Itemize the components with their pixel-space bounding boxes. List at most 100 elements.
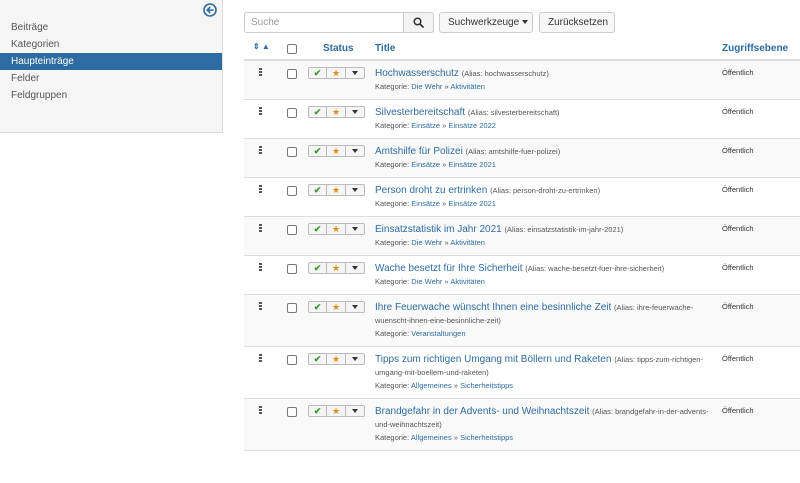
- published-toggle-button[interactable]: ✔: [308, 145, 327, 157]
- sidebar-item-2[interactable]: Haupteinträge: [0, 53, 222, 70]
- article-title-link[interactable]: Tipps zum richtigen Umgang mit Böllern u…: [375, 354, 611, 365]
- collapse-sidebar-icon[interactable]: [203, 3, 217, 17]
- drag-handle-icon[interactable]: [259, 146, 263, 155]
- article-title-link[interactable]: Einsatzstatistik im Jahr 2021: [375, 224, 502, 235]
- sidebar-item-1[interactable]: Kategorien: [0, 36, 222, 53]
- title-header[interactable]: Title: [375, 43, 395, 54]
- category-link[interactable]: Die Wehr: [411, 238, 442, 247]
- row-checkbox[interactable]: [287, 186, 297, 196]
- category-link[interactable]: Aktivitäten: [450, 82, 485, 91]
- status-actions-dropdown[interactable]: [346, 106, 365, 118]
- article-title-link[interactable]: Amtshilfe für Polizei: [375, 146, 463, 157]
- category-label: Kategorie:: [375, 238, 410, 247]
- row-checkbox[interactable]: [287, 407, 297, 417]
- published-toggle-button[interactable]: ✔: [308, 405, 327, 417]
- star-icon: ★: [331, 263, 341, 273]
- status-actions-dropdown[interactable]: [346, 262, 365, 274]
- drag-handle-icon[interactable]: [259, 263, 263, 272]
- category-label: Kategorie:: [375, 381, 410, 390]
- row-checkbox[interactable]: [287, 303, 297, 313]
- category-link[interactable]: Allgemeines: [411, 381, 452, 390]
- featured-toggle-button[interactable]: ★: [327, 106, 346, 118]
- published-toggle-button[interactable]: ✔: [308, 106, 327, 118]
- select-all-checkbox[interactable]: [287, 44, 297, 54]
- featured-toggle-button[interactable]: ★: [327, 223, 346, 235]
- row-checkbox[interactable]: [287, 147, 297, 157]
- table-row: ✔ ★ Amtshilfe für Polizei (Alias: amtshilf…: [244, 139, 800, 178]
- article-title-link[interactable]: Person droht zu ertrinken: [375, 185, 487, 196]
- category-link[interactable]: Die Wehr: [411, 82, 442, 91]
- category-link[interactable]: Veranstaltungen: [411, 329, 465, 338]
- row-checkbox[interactable]: [287, 264, 297, 274]
- category-link[interactable]: Einsätze 2021: [448, 199, 496, 208]
- drag-handle-icon[interactable]: [259, 302, 263, 311]
- category-link[interactable]: Einsätze 2021: [448, 160, 496, 169]
- featured-toggle-button[interactable]: ★: [327, 405, 346, 417]
- status-actions-dropdown[interactable]: [346, 67, 365, 79]
- drag-handle-icon[interactable]: [259, 68, 263, 77]
- access-level: Öffentlich: [722, 263, 754, 272]
- search-button[interactable]: [403, 12, 434, 33]
- published-toggle-button[interactable]: ✔: [308, 223, 327, 235]
- row-checkbox[interactable]: [287, 355, 297, 365]
- breadcrumb-separator: »: [442, 121, 447, 130]
- drag-handle-icon[interactable]: [259, 107, 263, 116]
- category-line: Kategorie: Die Wehr » Aktivitäten: [375, 80, 715, 93]
- category-link[interactable]: Sicherheitstipps: [460, 433, 513, 442]
- breadcrumb-separator: »: [442, 199, 447, 208]
- category-link[interactable]: Sicherheitstipps: [460, 381, 513, 390]
- search-tools-button[interactable]: Suchwerkzeuge: [439, 12, 533, 33]
- article-title-link[interactable]: Wache besetzt für Ihre Sicherheit: [375, 263, 522, 274]
- drag-handle-icon[interactable]: [259, 224, 263, 233]
- sidebar-item-4[interactable]: Feldgruppen: [0, 87, 222, 104]
- published-toggle-button[interactable]: ✔: [308, 301, 327, 313]
- published-toggle-button[interactable]: ✔: [308, 262, 327, 274]
- sidebar-item-0[interactable]: Beiträge: [0, 19, 222, 36]
- article-title-link[interactable]: Silvesterbereitschaft: [375, 107, 465, 118]
- featured-toggle-button[interactable]: ★: [327, 301, 346, 313]
- status-header[interactable]: Status: [323, 43, 354, 54]
- row-checkbox[interactable]: [287, 69, 297, 79]
- reset-button[interactable]: Zurücksetzen: [539, 12, 615, 33]
- search-input[interactable]: [244, 12, 404, 33]
- article-title-link[interactable]: Brandgefahr in der Advents- und Weihnach…: [375, 406, 589, 417]
- category-line: Kategorie: Allgemeines » Sicherheitstipp…: [375, 379, 715, 392]
- status-actions-dropdown[interactable]: [346, 145, 365, 157]
- status-actions-dropdown[interactable]: [346, 353, 365, 365]
- category-link[interactable]: Aktivitäten: [450, 277, 485, 286]
- drag-handle-icon[interactable]: [259, 406, 263, 415]
- article-title-link[interactable]: Hochwasserschutz: [375, 68, 459, 79]
- featured-toggle-button[interactable]: ★: [327, 353, 346, 365]
- status-actions-dropdown[interactable]: [346, 223, 365, 235]
- status-actions-dropdown[interactable]: [346, 301, 365, 313]
- featured-toggle-button[interactable]: ★: [327, 262, 346, 274]
- category-link[interactable]: Aktivitäten: [450, 238, 485, 247]
- row-checkbox[interactable]: [287, 108, 297, 118]
- title-cell: Person droht zu ertrinken (Alias: person…: [375, 184, 715, 210]
- category-link[interactable]: Einsätze: [411, 199, 440, 208]
- category-link[interactable]: Einsätze: [411, 160, 440, 169]
- status-button-group: ✔ ★: [308, 67, 365, 79]
- featured-toggle-button[interactable]: ★: [327, 67, 346, 79]
- drag-handle-icon[interactable]: [259, 185, 263, 194]
- table-row: ✔ ★ Brandgefahr in der Advents- und Weihna…: [244, 399, 800, 451]
- drag-handle-icon[interactable]: [259, 354, 263, 363]
- category-link[interactable]: Allgemeines: [411, 433, 452, 442]
- category-link[interactable]: Einsätze: [411, 121, 440, 130]
- published-toggle-button[interactable]: ✔: [308, 67, 327, 79]
- article-title-link[interactable]: Ihre Feuerwache wünscht Ihnen eine besin…: [375, 302, 611, 313]
- status-actions-dropdown[interactable]: [346, 405, 365, 417]
- category-link[interactable]: Die Wehr: [411, 277, 442, 286]
- status-actions-dropdown[interactable]: [346, 184, 365, 196]
- sidebar-item-3[interactable]: Felder: [0, 70, 222, 87]
- ordering-sort-header[interactable]: ⇕ ▲: [253, 42, 270, 51]
- published-toggle-button[interactable]: ✔: [308, 353, 327, 365]
- row-checkbox[interactable]: [287, 225, 297, 235]
- status-button-group: ✔ ★: [308, 262, 365, 274]
- published-toggle-button[interactable]: ✔: [308, 184, 327, 196]
- check-icon: ✔: [313, 185, 322, 195]
- featured-toggle-button[interactable]: ★: [327, 184, 346, 196]
- category-link[interactable]: Einsätze 2022: [448, 121, 496, 130]
- access-header[interactable]: Zugriffsebene: [722, 43, 788, 54]
- featured-toggle-button[interactable]: ★: [327, 145, 346, 157]
